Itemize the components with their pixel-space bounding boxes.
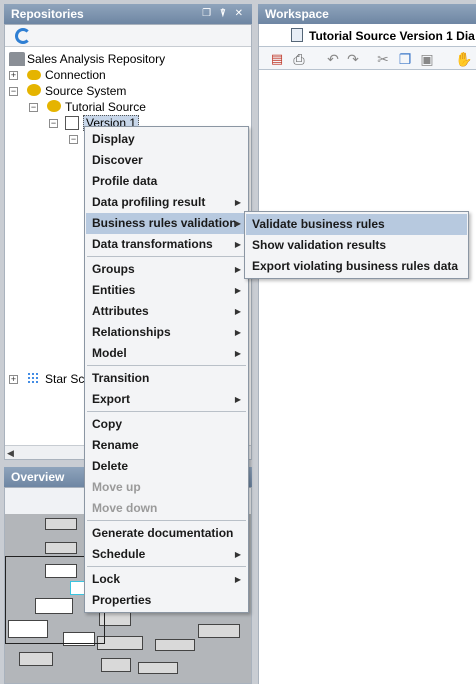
repository-icon: [9, 52, 25, 66]
submenu-arrow-icon: ▶: [234, 550, 241, 559]
overview-title: Overview: [11, 470, 65, 484]
collapse-icon[interactable]: −: [9, 87, 18, 96]
tab-diagram-label: Tutorial Source Version 1 Dia: [309, 29, 475, 43]
menu-item-show-validation-results[interactable]: Show validation results: [246, 235, 467, 256]
redo-icon[interactable]: ↷: [345, 51, 361, 67]
menu-item-data-transformations[interactable]: Data transformations ▶: [86, 234, 247, 255]
menu-item-discover[interactable]: Discover: [86, 150, 247, 171]
menu-item-relationships[interactable]: Relationships ▶: [86, 322, 247, 343]
submenu-arrow-icon: ▶: [234, 575, 241, 584]
menu-item-export[interactable]: Export ▶: [86, 389, 247, 410]
tree-label-connection: Connection: [45, 68, 106, 82]
menu-item-lock[interactable]: Lock ▶: [86, 569, 247, 590]
menu-item-display[interactable]: Display: [86, 129, 247, 150]
submenu-arrow-icon: ▶: [234, 198, 241, 207]
tree-label-tutorial-source: Tutorial Source: [65, 100, 146, 114]
submenu-arrow-icon: ▶: [234, 395, 241, 404]
version-icon: [65, 116, 79, 130]
menu-separator: [87, 566, 246, 567]
menu-item-export-violating-data[interactable]: Export violating business rules data: [246, 256, 467, 277]
source-icon: [47, 100, 61, 112]
window-controls-icon[interactable]: ❐ ⍒ ✕: [202, 4, 246, 24]
tree-label-source-system: Source System: [45, 84, 127, 98]
repositories-title: Repositories: [11, 7, 84, 21]
repositories-toolbar: [5, 25, 251, 47]
workspace-title: Workspace: [265, 7, 329, 21]
tab-diagram[interactable]: Tutorial Source Version 1 Dia: [291, 26, 475, 46]
pdf-icon[interactable]: ▤: [269, 51, 285, 67]
submenu-arrow-icon: ▶: [234, 219, 241, 228]
diagram-icon: [291, 28, 303, 42]
menu-item-delete[interactable]: Delete: [86, 456, 247, 477]
menu-item-data-profiling-result[interactable]: Data profiling result ▶: [86, 192, 247, 213]
workspace-canvas[interactable]: [259, 70, 476, 684]
source-system-icon: [27, 84, 41, 96]
overview-entity: [138, 662, 178, 674]
collapse-icon[interactable]: −: [49, 119, 58, 128]
menu-item-properties[interactable]: Properties: [86, 590, 247, 611]
menu-item-move-up: Move up: [92, 480, 141, 494]
menu-item-business-rules-validation[interactable]: Business rules validation ▶: [86, 213, 247, 234]
menu-separator: [87, 411, 246, 412]
workspace-panel: Tutorial Source Version 1 Dia ▤ ⎙ ↶ ↷ ✂ …: [258, 24, 476, 684]
refresh-icon[interactable]: [15, 28, 31, 44]
menu-item-groups[interactable]: Groups ▶: [86, 259, 247, 280]
overview-entity: [45, 542, 77, 554]
menu-item-validate-business-rules[interactable]: Validate business rules: [246, 214, 467, 235]
business-rules-submenu: Validate business rules Show validation …: [244, 211, 469, 279]
menu-separator: [87, 365, 246, 366]
submenu-arrow-icon: ▶: [234, 286, 241, 295]
workspace-toolbar: ▤ ⎙ ↶ ↷ ✂ ❐ ▣ ✋: [259, 46, 476, 70]
tree-label-root: Sales Analysis Repository: [27, 52, 166, 66]
submenu-arrow-icon: ▶: [234, 349, 241, 358]
overview-entity: [198, 624, 240, 638]
collapse-icon[interactable]: −: [29, 103, 38, 112]
connection-icon: [27, 70, 41, 80]
overview-entity: [155, 639, 195, 651]
menu-item-entities[interactable]: Entities ▶: [86, 280, 247, 301]
menu-item-model[interactable]: Model ▶: [86, 343, 247, 364]
star-schema-icon: [27, 372, 39, 384]
scroll-left-icon[interactable]: ◀: [7, 448, 14, 459]
menu-item-schedule[interactable]: Schedule ▶: [86, 544, 247, 565]
paste-icon[interactable]: ▣: [419, 51, 435, 67]
tree-label-star-schema: Star Sc: [45, 372, 85, 386]
copy-icon[interactable]: ❐: [397, 51, 413, 67]
repositories-title-bar: Repositories ❐ ⍒ ✕: [4, 4, 252, 24]
hand-tool-icon[interactable]: ✋: [455, 51, 472, 67]
cut-icon[interactable]: ✂: [375, 51, 391, 67]
expand-icon[interactable]: +: [9, 375, 18, 384]
submenu-arrow-icon: ▶: [234, 307, 241, 316]
overview-entity: [45, 518, 77, 530]
menu-separator: [87, 520, 246, 521]
submenu-arrow-icon: ▶: [234, 265, 241, 274]
menu-item-copy[interactable]: Copy: [86, 414, 247, 435]
menu-item-attributes[interactable]: Attributes ▶: [86, 301, 247, 322]
overview-entity: [101, 658, 131, 672]
menu-item-transition[interactable]: Transition: [86, 368, 247, 389]
print-icon[interactable]: ⎙: [291, 51, 307, 67]
submenu-arrow-icon: ▶: [234, 240, 241, 249]
menu-separator: [87, 256, 246, 257]
collapse-icon[interactable]: −: [69, 135, 78, 144]
menu-item-generate-documentation[interactable]: Generate documentation: [86, 523, 247, 544]
menu-item-rename[interactable]: Rename: [86, 435, 247, 456]
workspace-title-bar: Workspace: [258, 4, 476, 24]
overview-entity: [19, 652, 53, 666]
undo-icon[interactable]: ↶: [325, 51, 341, 67]
expand-icon[interactable]: +: [9, 71, 18, 80]
menu-item-profile-data[interactable]: Profile data: [86, 171, 247, 192]
menu-item-move-down: Move down: [92, 501, 158, 515]
submenu-arrow-icon: ▶: [234, 328, 241, 337]
context-menu: Display Discover Profile data Data profi…: [84, 126, 249, 613]
